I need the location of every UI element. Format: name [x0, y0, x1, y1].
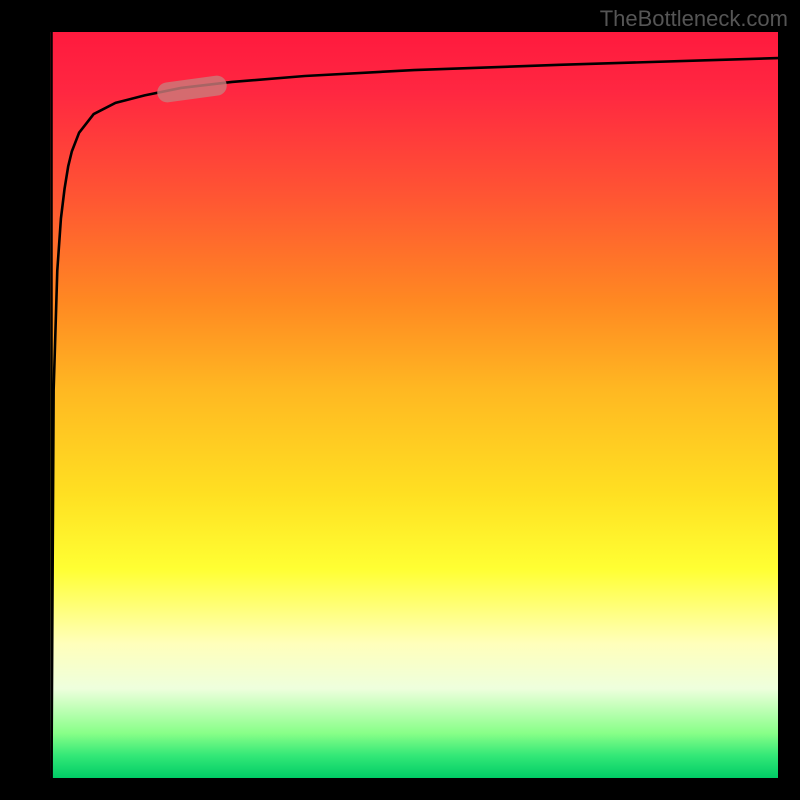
- chart-frame: [50, 32, 778, 778]
- curve-svg: [50, 32, 778, 778]
- watermark-text: TheBottleneck.com: [600, 6, 788, 32]
- plot-area: [50, 32, 778, 778]
- data-curve: [51, 32, 778, 778]
